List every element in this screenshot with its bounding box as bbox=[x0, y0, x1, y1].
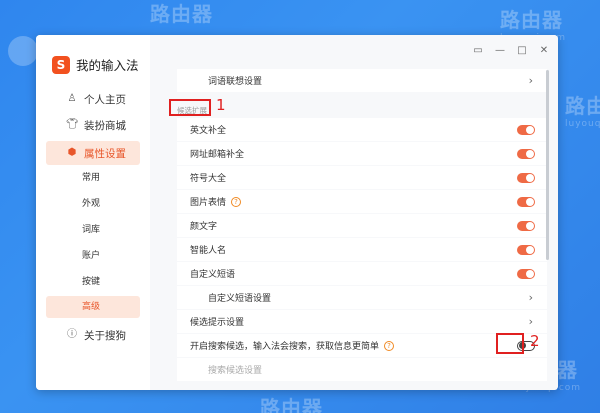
sidebar: S 我的输入法 ♙ 个人主页 👕︎ 装扮商城 ⬢ 属性设置 常用 外观 词库 账… bbox=[36, 35, 150, 390]
row-label: 图片表情 bbox=[190, 198, 227, 208]
row-label: 开启搜索候选，输入法会搜索，获取信息更简单 bbox=[190, 342, 380, 352]
row-label: 候选提示设置 bbox=[190, 318, 245, 328]
sidebar-sub-keys[interactable]: 按键 bbox=[46, 271, 140, 293]
sidebar-sub-appearance[interactable]: 外观 bbox=[46, 193, 140, 215]
chevron-right-icon: › bbox=[528, 74, 533, 87]
sidebar-sub-common[interactable]: 常用 bbox=[46, 167, 140, 189]
person-icon: ♙ bbox=[67, 93, 77, 104]
row-label: 英文补全 bbox=[190, 126, 227, 136]
sidebar-item-label: 关于搜狗 bbox=[84, 329, 126, 342]
help-icon[interactable]: ? bbox=[384, 340, 395, 351]
row-label: 颜文字 bbox=[190, 222, 218, 232]
maximize-icon[interactable]: □ bbox=[516, 45, 528, 56]
shirt-icon: 👕︎ bbox=[66, 119, 79, 130]
row-image-emoji: 图片表情 ? bbox=[177, 190, 547, 213]
sidebar-sub-dictionary[interactable]: 词库 bbox=[46, 219, 140, 241]
row-kaomoji: 颜文字 bbox=[177, 214, 547, 237]
window-controls: ▭ — □ ✕ bbox=[472, 45, 550, 56]
sidebar-sub-account[interactable]: 账户 bbox=[46, 245, 140, 267]
row-smart-names: 智能人名 bbox=[177, 238, 547, 261]
chevron-right-icon: › bbox=[528, 315, 533, 328]
row-label: 智能人名 bbox=[190, 246, 227, 256]
settings-icon: ⬢ bbox=[67, 147, 77, 158]
menu-icon[interactable]: ▭ bbox=[472, 45, 484, 56]
toggle-switch[interactable] bbox=[517, 268, 535, 279]
row-label: 自定义短语 bbox=[190, 270, 236, 280]
row-search-candidate-settings[interactable]: 搜索候选设置 bbox=[177, 358, 547, 381]
annotation-box-1 bbox=[169, 99, 211, 116]
annotation-number-1: 1 bbox=[216, 96, 226, 114]
sidebar-item-label: 属性设置 bbox=[84, 147, 126, 160]
info-icon: ⓘ bbox=[67, 329, 77, 340]
router-icon bbox=[8, 36, 38, 66]
sidebar-item-about[interactable]: ⓘ 关于搜狗 bbox=[46, 323, 140, 347]
sidebar-item-label: 个人主页 bbox=[84, 93, 126, 106]
annotation-number-2: 2 bbox=[530, 332, 540, 350]
row-candidate-hint-settings[interactable]: 候选提示设置 › bbox=[177, 310, 547, 333]
annotation-box-2 bbox=[496, 333, 524, 354]
row-label: 网址邮箱补全 bbox=[190, 150, 245, 160]
row-url-email-completion: 网址邮箱补全 bbox=[177, 142, 547, 165]
row-symbols: 符号大全 bbox=[177, 166, 547, 189]
row-search-candidates: 开启搜索候选，输入法会搜索，获取信息更简单 ? bbox=[177, 334, 547, 357]
app-title: 我的输入法 bbox=[76, 58, 139, 73]
toggle-switch[interactable] bbox=[517, 196, 535, 207]
sidebar-sub-advanced[interactable]: 高级 bbox=[46, 296, 140, 318]
help-icon[interactable]: ? bbox=[231, 196, 242, 207]
toggle-switch[interactable] bbox=[517, 124, 535, 135]
close-icon[interactable]: ✕ bbox=[538, 45, 550, 56]
row-label: 词语联想设置 bbox=[208, 77, 263, 87]
sidebar-item-profile[interactable]: ♙ 个人主页 bbox=[46, 87, 140, 111]
row-label: 搜索候选设置 bbox=[208, 366, 263, 376]
toggle-switch[interactable] bbox=[517, 244, 535, 255]
scrollbar[interactable] bbox=[546, 70, 549, 260]
row-label: 符号大全 bbox=[190, 174, 227, 184]
row-word-association[interactable]: 词语联想设置 › bbox=[177, 69, 547, 92]
sogou-logo-icon: S bbox=[52, 55, 70, 74]
row-custom-phrases: 自定义短语 bbox=[177, 262, 547, 285]
watermark: 路由器 bbox=[260, 396, 323, 413]
sidebar-item-settings[interactable]: ⬢ 属性设置 bbox=[46, 141, 140, 165]
sidebar-item-skin-store[interactable]: 👕︎ 装扮商城 bbox=[46, 113, 140, 137]
sidebar-item-label: 装扮商城 bbox=[84, 119, 126, 132]
toggle-switch[interactable] bbox=[517, 148, 535, 159]
minimize-icon[interactable]: — bbox=[494, 45, 506, 56]
row-custom-phrase-settings[interactable]: 自定义短语设置 › bbox=[177, 286, 547, 309]
watermark: 路由器 bbox=[150, 2, 213, 26]
toggle-switch[interactable] bbox=[517, 172, 535, 183]
toggle-switch[interactable] bbox=[517, 220, 535, 231]
row-label: 自定义短语设置 bbox=[208, 294, 272, 304]
row-english-completion: 英文补全 bbox=[177, 118, 547, 141]
app-brand: S 我的输入法 bbox=[52, 55, 139, 74]
settings-window: S 我的输入法 ♙ 个人主页 👕︎ 装扮商城 ⬢ 属性设置 常用 外观 词库 账… bbox=[36, 35, 558, 390]
chevron-right-icon: › bbox=[528, 291, 533, 304]
watermark: 路由器luyouqi.com bbox=[565, 94, 600, 129]
